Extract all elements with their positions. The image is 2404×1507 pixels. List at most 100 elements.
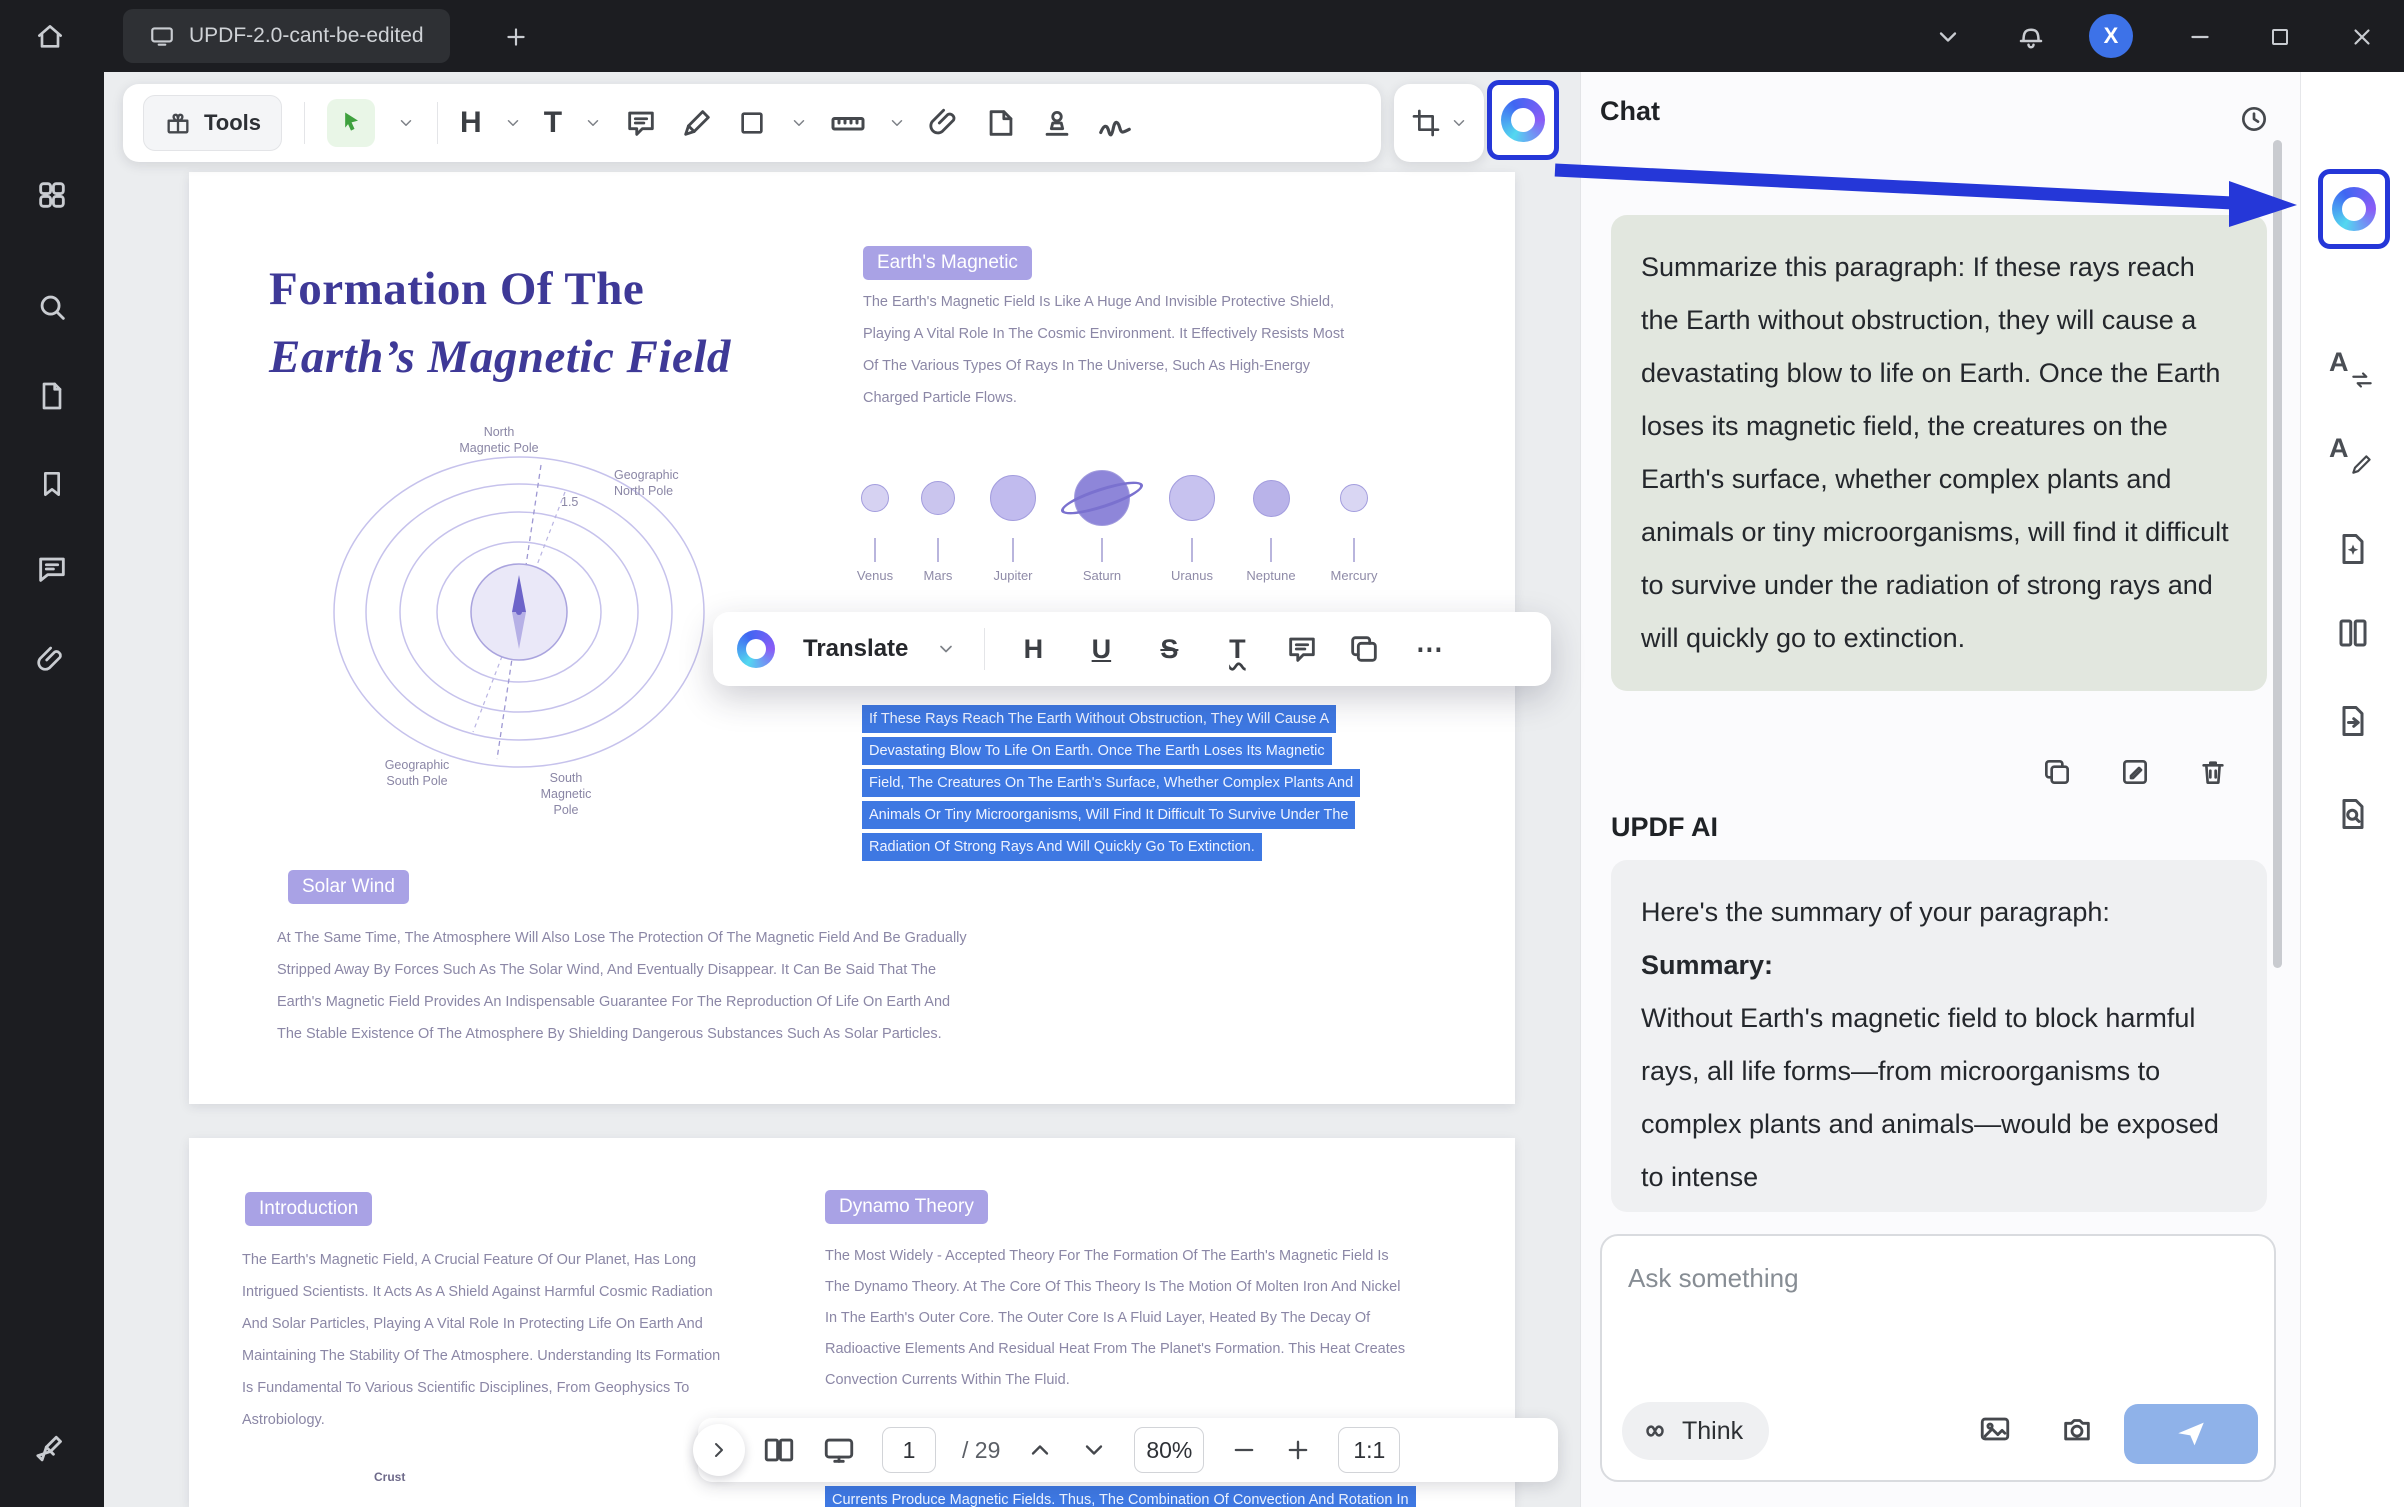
doc-text-line: The Most Widely - Accepted Theory For Th… — [825, 1248, 1389, 1264]
sidebar-pen-tool-button[interactable] — [32, 1430, 72, 1470]
selected-line: Devastating Blow To Life On Earth. Once … — [862, 737, 1332, 765]
translate-sidebar-button[interactable]: A — [2327, 349, 2379, 395]
search-document-button[interactable] — [2332, 793, 2374, 835]
highlight-tool-button[interactable]: H — [460, 106, 482, 140]
measure-tool-chevron[interactable] — [888, 114, 906, 132]
right-sidebar: A A — [2300, 72, 2404, 1507]
split-view-button[interactable] — [2332, 612, 2374, 654]
doc-text-line: In The Earth's Outer Core. The Outer Cor… — [825, 1310, 1370, 1326]
chat-history-button[interactable] — [2235, 100, 2273, 138]
page-number-input[interactable]: 1 — [882, 1427, 936, 1473]
select-tool-chevron[interactable] — [397, 114, 415, 132]
diagram-label-geographic-north-pole: Geographic North Pole — [614, 467, 734, 499]
expand-statusbar-button[interactable] — [693, 1424, 745, 1476]
send-button[interactable] — [2124, 1404, 2258, 1464]
crop-tool-button[interactable] — [1410, 107, 1442, 139]
doc-text-line: At The Same Time, The Atmosphere Will Al… — [277, 930, 967, 946]
ai-assistant-sidebar-button[interactable] — [2318, 169, 2390, 249]
notifications-button[interactable] — [2012, 17, 2050, 55]
minimize-button[interactable] — [2182, 19, 2218, 55]
doc-text-line: Stripped Away By Forces Such As The Sola… — [277, 962, 936, 978]
popup-more-button[interactable]: ⋯ — [1409, 634, 1449, 665]
clock-icon — [2238, 103, 2270, 135]
sidebar-thumbnails-button[interactable] — [32, 175, 72, 215]
writing-tools-button[interactable]: A — [2327, 435, 2379, 481]
image-icon — [1978, 1412, 2012, 1446]
sidebar-attachments-button[interactable] — [32, 640, 72, 680]
highlight-tool-chevron[interactable] — [504, 114, 522, 132]
paperclip-icon — [36, 644, 68, 676]
close-button[interactable] — [2344, 19, 2380, 55]
zoom-out-button[interactable] — [1230, 1436, 1258, 1464]
sidebar-comments-button[interactable] — [32, 549, 72, 589]
avatar-initial: X — [2104, 23, 2119, 49]
insert-image-button[interactable] — [1976, 1410, 2014, 1448]
chevron-right-icon — [707, 1438, 731, 1462]
letter-a-glyph: A — [2329, 435, 2349, 462]
text-tool-button[interactable]: T — [544, 106, 562, 140]
zoom-in-button[interactable] — [1284, 1436, 1312, 1464]
page-layout-button[interactable] — [762, 1433, 796, 1467]
avatar[interactable]: X — [2089, 14, 2133, 58]
stamp-tool-button[interactable] — [1040, 106, 1074, 140]
app-window: UPDF-2.0-cant-be-edited X — [0, 0, 2404, 1507]
think-toggle-button[interactable]: Think — [1622, 1402, 1769, 1460]
sidebar-search-button[interactable] — [32, 287, 72, 327]
chat-input[interactable] — [1628, 1252, 2238, 1304]
ai-assistant-toolbar-button[interactable] — [1487, 80, 1559, 160]
document-tab[interactable]: UPDF-2.0-cant-be-edited — [123, 9, 450, 63]
think-label: Think — [1682, 1417, 1743, 1446]
doc-text-line: Playing A Vital Role In The Cosmic Envir… — [863, 326, 1344, 342]
sidebar-pages-button[interactable] — [32, 376, 72, 416]
export-file-button[interactable] — [2332, 700, 2374, 742]
popup-copy-button[interactable] — [1347, 632, 1381, 666]
select-tool-button[interactable] — [327, 99, 375, 147]
popup-comment-button[interactable] — [1285, 632, 1319, 666]
document-icon — [36, 380, 68, 412]
translate-chevron[interactable] — [936, 639, 956, 659]
copy-message-button[interactable] — [2041, 756, 2073, 788]
maximize-button[interactable] — [2262, 19, 2298, 55]
camera-icon — [2060, 1412, 2094, 1446]
previous-page-button[interactable] — [1026, 1436, 1054, 1464]
screenshot-button[interactable] — [2058, 1410, 2096, 1448]
edit-message-button[interactable] — [2119, 756, 2151, 788]
selection-popup-toolbar: Translate H U S T ⋯ — [713, 612, 1551, 686]
section-badge-introduction: Introduction — [245, 1192, 372, 1226]
signature-tool-button[interactable] — [1096, 104, 1134, 142]
actual-size-button[interactable]: 1:1 — [1338, 1427, 1400, 1473]
home-button[interactable] — [30, 17, 70, 57]
measure-tool-button[interactable] — [830, 105, 866, 141]
next-page-button[interactable] — [1080, 1436, 1108, 1464]
popup-underline-button[interactable]: U — [1081, 634, 1121, 665]
pen-tool-button[interactable] — [680, 106, 714, 140]
popup-squiggly-button[interactable]: T — [1217, 634, 1257, 665]
zoom-level-button[interactable]: 80% — [1134, 1427, 1204, 1473]
shape-tool-chevron[interactable] — [790, 114, 808, 132]
popup-highlight-button[interactable]: H — [1013, 634, 1053, 665]
text-tool-chevron[interactable] — [584, 114, 602, 132]
crop-tool-chevron[interactable] — [1450, 114, 1468, 132]
sticker-tool-button[interactable] — [984, 106, 1018, 140]
presentation-mode-button[interactable] — [822, 1433, 856, 1467]
tools-button[interactable]: Tools — [143, 95, 282, 151]
gift-icon — [164, 109, 192, 137]
sidebar-bookmarks-button[interactable] — [32, 464, 72, 504]
shape-tool-button[interactable] — [736, 107, 768, 139]
translate-button[interactable]: Translate — [803, 635, 908, 663]
selected-line: Field, The Creatures On The Earth's Surf… — [862, 769, 1360, 797]
chat-scrollbar[interactable] — [2273, 140, 2282, 968]
planet-label: Saturn — [1083, 568, 1121, 583]
new-tab-button[interactable] — [498, 19, 534, 55]
popup-strikethrough-button[interactable]: S — [1149, 634, 1189, 665]
divider — [984, 628, 985, 670]
collapse-toolbar-button[interactable] — [1930, 19, 1966, 55]
delete-message-button[interactable] — [2197, 756, 2229, 788]
comment-icon — [35, 552, 69, 586]
selected-line: If These Rays Reach The Earth Without Ob… — [862, 705, 1336, 733]
doc-text-line: Earth's Magnetic Field Provides An Indis… — [277, 994, 950, 1010]
summarize-button[interactable] — [2332, 528, 2374, 570]
comment-tool-button[interactable] — [624, 106, 658, 140]
attach-tool-button[interactable] — [928, 106, 962, 140]
selected-text-block[interactable]: If These Rays Reach The Earth Without Ob… — [862, 705, 1360, 865]
